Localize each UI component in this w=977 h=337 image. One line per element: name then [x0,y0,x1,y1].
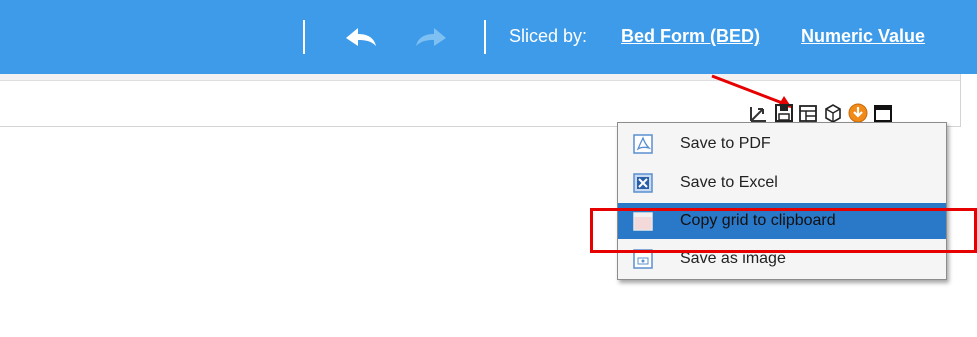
sliced-by-label: Sliced by: [509,26,588,46]
redo-arrow-icon [416,28,446,46]
menu-item-save-pdf[interactable]: Save to PDF [618,126,946,162]
toolbar-separator [303,20,305,54]
undo-button[interactable] [340,24,380,52]
save-dropdown-menu: Save to PDF Save to Excel Copy grid to c… [617,122,947,280]
undo-arrow-icon [346,28,376,46]
axis-swap-icon[interactable] [748,102,770,124]
annotation-highlight-box [590,208,977,253]
save-floppy-icon[interactable] [773,102,795,124]
redo-button[interactable] [412,24,452,52]
pdf-icon [632,133,654,155]
grid-layout-icon[interactable] [797,102,819,124]
download-circle-icon[interactable] [847,102,869,124]
slice-link-bed-form[interactable]: Bed Form (BED) [621,26,760,47]
top-toolbar: Sliced by: Bed Form (BED) Numeric Value [0,0,977,74]
toolbar-separator [484,20,486,54]
3d-cube-icon[interactable] [822,102,844,124]
window-maximize-icon[interactable] [872,102,894,124]
menu-item-save-excel[interactable]: Save to Excel [618,165,946,201]
excel-icon [632,172,654,194]
slice-link-numeric-value[interactable]: Numeric Value [801,26,925,47]
menu-item-label: Save to PDF [680,135,771,152]
menu-item-label: Save to Excel [680,174,778,191]
